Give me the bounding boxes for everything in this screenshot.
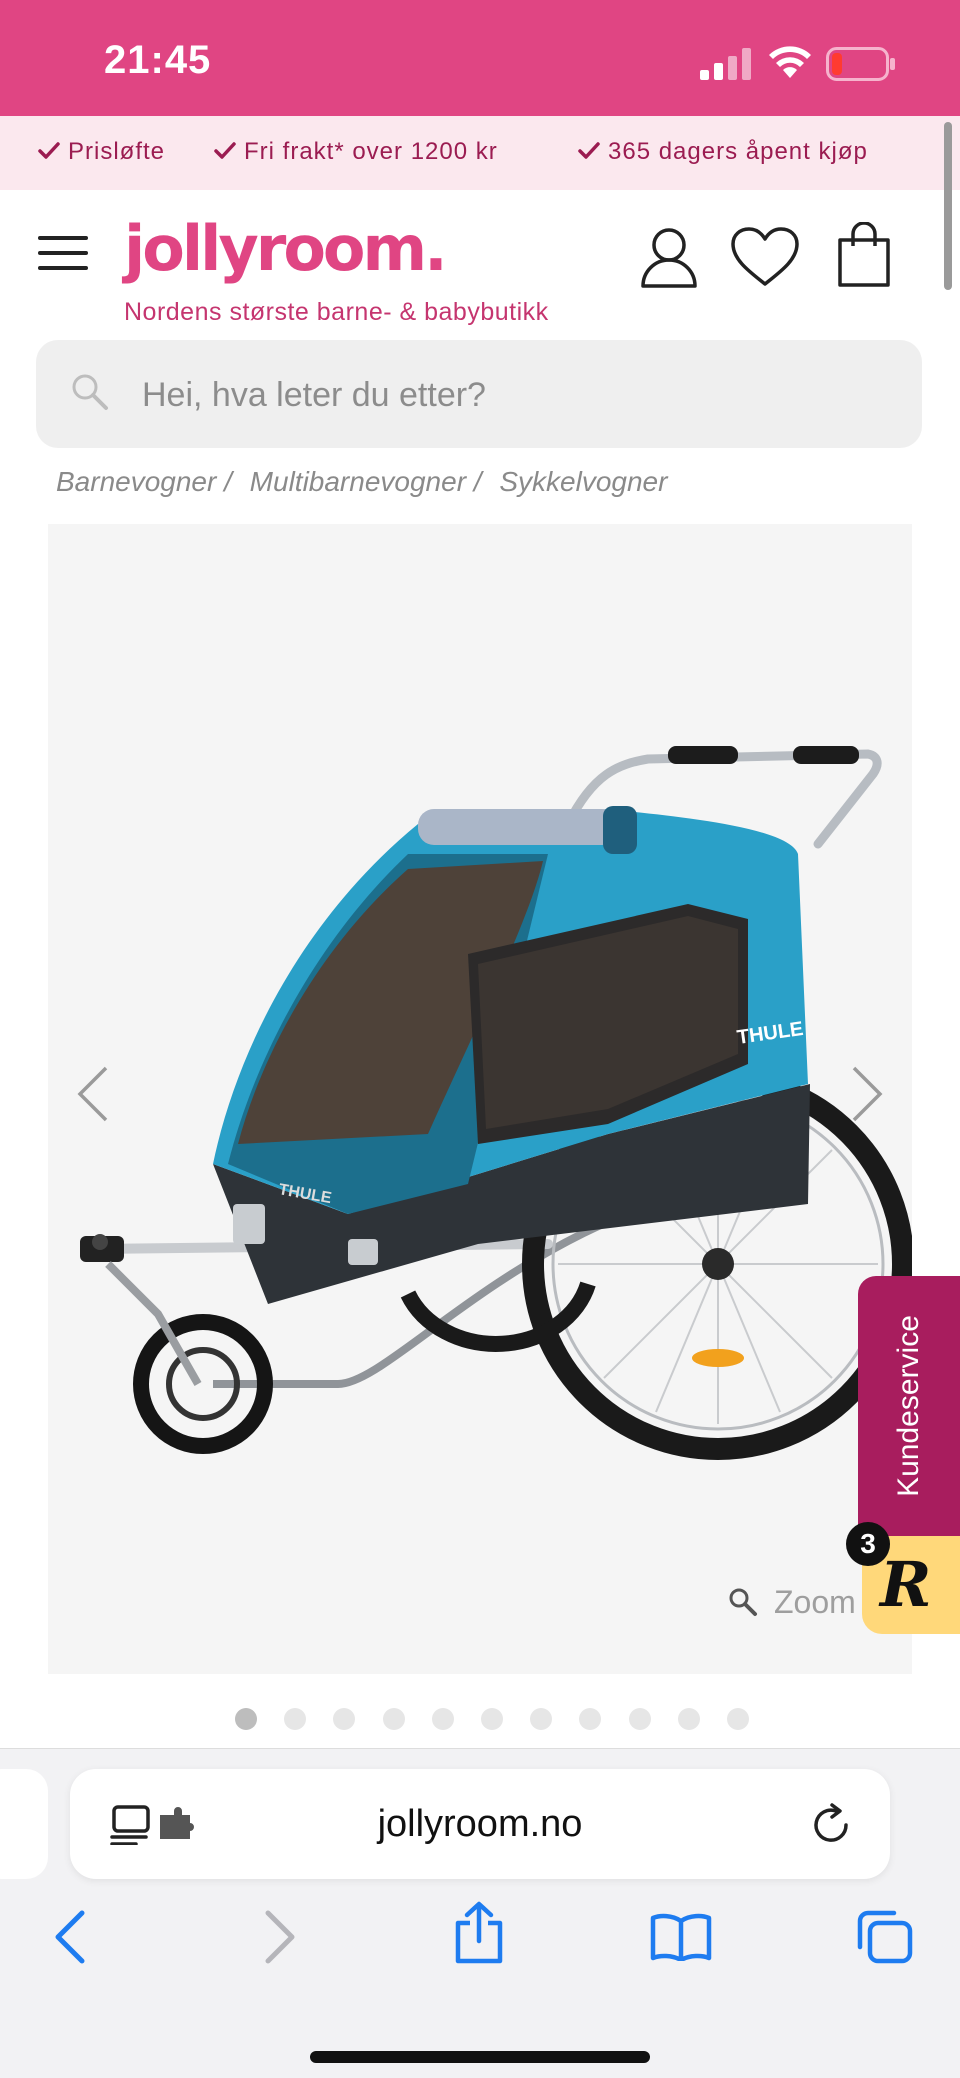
gallery-dot[interactable]: [629, 1708, 651, 1730]
battery-icon: [826, 47, 895, 81]
gallery-dot[interactable]: [727, 1708, 749, 1730]
share-icon[interactable]: [452, 1901, 506, 1965]
gallery-dot[interactable]: [481, 1708, 503, 1730]
site-header: jollyroom. Nordens største barne- & baby…: [0, 190, 960, 340]
gallery-dot[interactable]: [284, 1708, 306, 1730]
page-scrollbar[interactable]: [944, 122, 952, 290]
site-logo[interactable]: jollyroom.: [124, 212, 448, 285]
reload-icon[interactable]: [812, 1803, 852, 1847]
status-time: 21:45: [104, 38, 212, 82]
product-image[interactable]: THULE THULE: [48, 524, 912, 1674]
wifi-icon: [769, 46, 811, 78]
usp-label: 365 dagers åpent kjøp: [608, 138, 868, 165]
product-gallery: THULE THULE Zoom: [48, 524, 912, 1674]
reviews-count-badge: 3: [846, 1522, 890, 1566]
status-bar: 21:45: [0, 0, 960, 116]
forward-icon[interactable]: [262, 1909, 298, 1965]
gallery-dot[interactable]: [235, 1708, 257, 1730]
zoom-label: Zoom: [774, 1584, 856, 1620]
search-placeholder: Hei, hva leter du etter?: [142, 376, 486, 414]
zoom-icon: [729, 1588, 757, 1616]
browser-toolbar: jollyroom.no: [0, 1748, 960, 2078]
site-tagline: Nordens største barne- & babybutikk: [124, 298, 549, 326]
gallery-dot[interactable]: [579, 1708, 601, 1730]
gallery-dot[interactable]: [333, 1708, 355, 1730]
tabs-icon[interactable]: [856, 1909, 914, 1965]
zoom-button[interactable]: Zoom: [728, 1584, 856, 1621]
menu-icon[interactable]: [38, 236, 88, 270]
breadcrumb-link[interactable]: Sykkelvogner: [499, 466, 667, 497]
search-icon: [72, 374, 108, 410]
bookmarks-icon[interactable]: [650, 1913, 712, 1961]
gallery-dot[interactable]: [530, 1708, 552, 1730]
breadcrumb-link[interactable]: Multibarnevogner /: [250, 466, 482, 497]
back-icon[interactable]: [52, 1909, 88, 1965]
kundeservice-tab[interactable]: Kundeservice: [858, 1276, 960, 1536]
gallery-dot[interactable]: [678, 1708, 700, 1730]
checkmark-icon: [38, 142, 60, 159]
usp-item: Prisløfte: [38, 138, 165, 166]
wishlist-heart-icon[interactable]: [730, 226, 800, 288]
usp-label: Prisløfte: [68, 138, 166, 165]
usp-label: Fri frakt* over 1200 kr: [244, 138, 498, 165]
address-bar[interactable]: jollyroom.no: [70, 1769, 890, 1879]
home-indicator: [310, 2051, 650, 2063]
checkmark-icon: [214, 142, 236, 159]
reviews-logo: R: [880, 1548, 932, 1621]
gallery-pagination: [0, 1708, 960, 1732]
search-bar[interactable]: Hei, hva leter du etter?: [36, 340, 922, 448]
account-icon[interactable]: [640, 226, 698, 288]
usp-bar: Prisløfte Fri frakt* over 1200 kr 365 da…: [0, 116, 960, 190]
url-text: jollyroom.no: [377, 1803, 583, 1845]
usp-item: Fri frakt* over 1200 kr: [214, 138, 498, 166]
checkmark-icon: [578, 142, 600, 159]
gallery-dot[interactable]: [383, 1708, 405, 1730]
kundeservice-label: Kundeservice: [892, 1315, 925, 1497]
breadcrumb-link[interactable]: Barnevogner /: [56, 466, 232, 497]
gallery-dot[interactable]: [432, 1708, 454, 1730]
shopping-bag-icon[interactable]: [836, 222, 892, 288]
breadcrumb: Barnevogner / Multibarnevogner / Sykkelv…: [56, 466, 677, 498]
usp-item: 365 dagers åpent kjøp: [578, 138, 868, 166]
gallery-prev-arrow-icon[interactable]: [72, 1064, 112, 1124]
cellular-signal-icon: [700, 48, 751, 80]
gallery-next-arrow-icon[interactable]: [848, 1064, 888, 1124]
previous-tab-preview[interactable]: [0, 1769, 48, 1879]
